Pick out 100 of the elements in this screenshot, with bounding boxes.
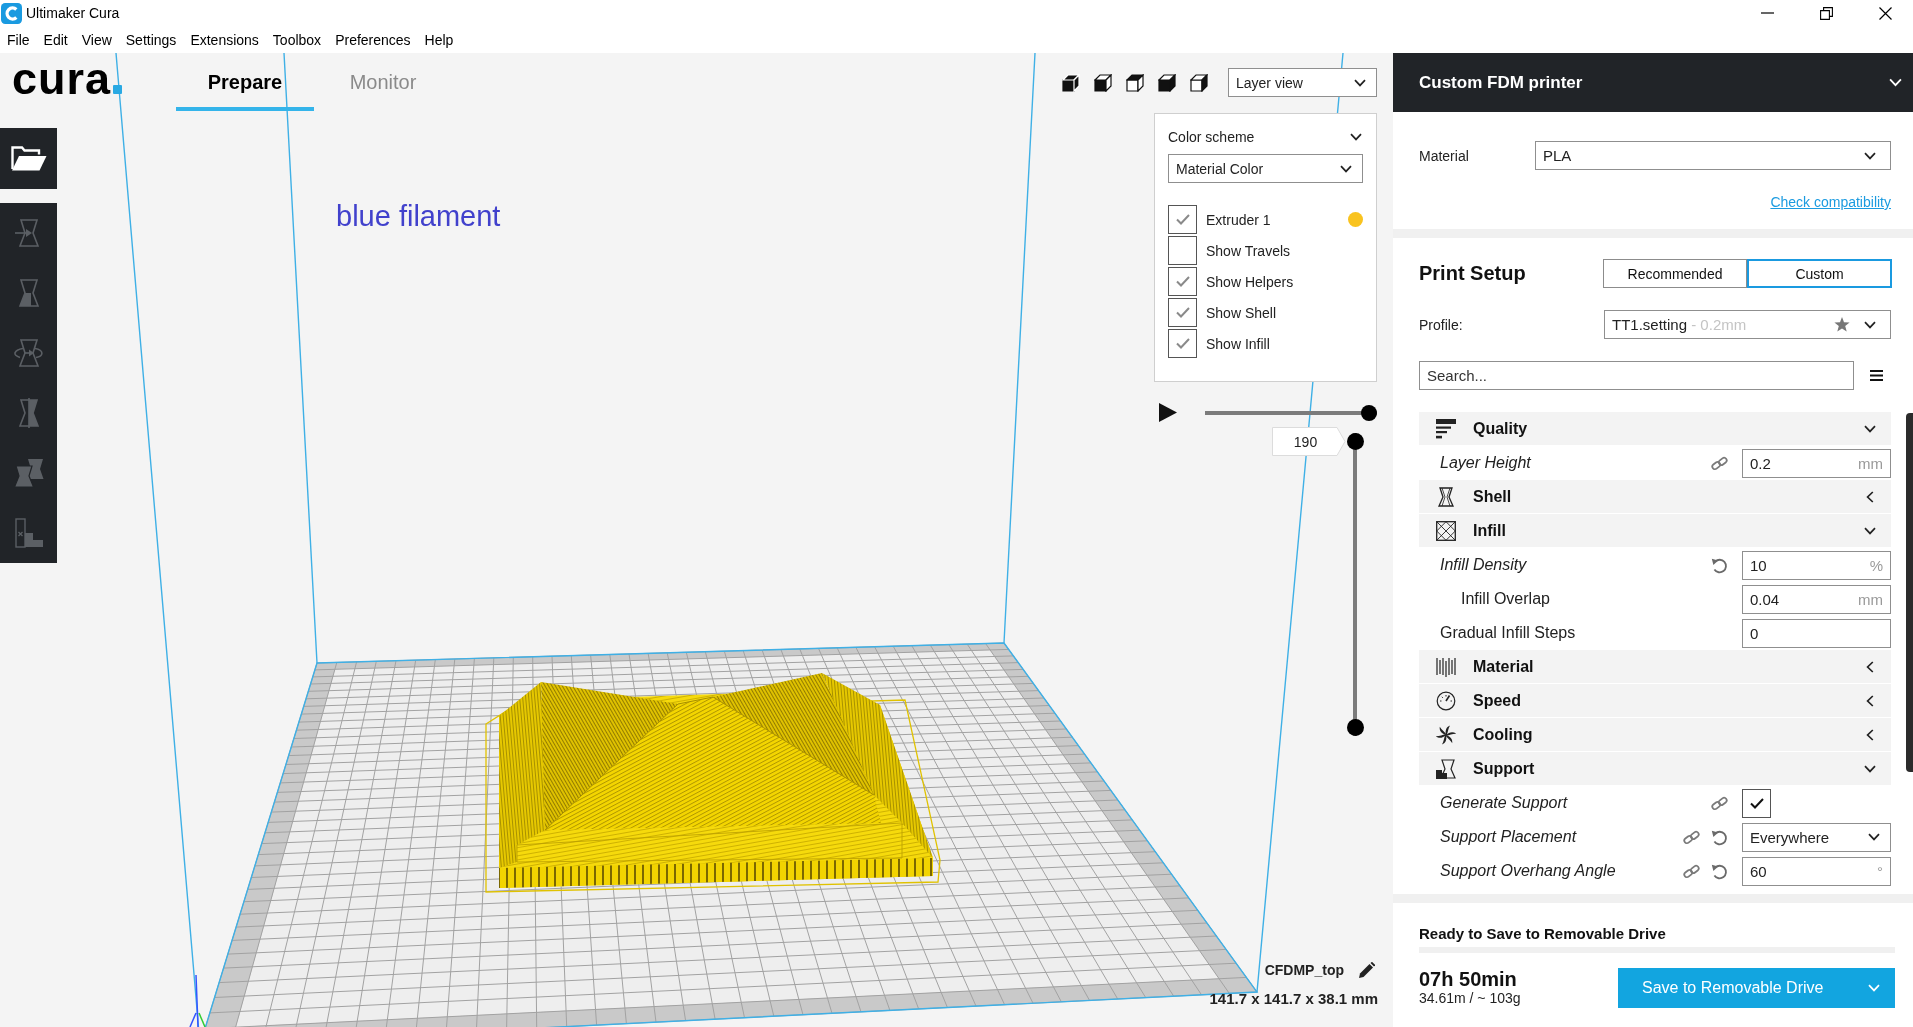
slider-handle[interactable] — [1346, 433, 1364, 450]
object-name: CFDMP_top — [1264, 962, 1344, 978]
restore-icon[interactable] — [1820, 6, 1833, 20]
settings-category[interactable]: Speed — [1419, 684, 1891, 717]
menu-item[interactable]: Extensions — [183, 29, 266, 50]
status-text: Ready to Save to Removable Drive — [1419, 925, 1667, 942]
tab[interactable]: Prepare — [176, 53, 314, 111]
profile-dropdown[interactable]: TT1.setting - 0.2mm — [1604, 310, 1891, 339]
cura-logo: cura — [12, 56, 123, 102]
gauge-icon — [1436, 690, 1456, 711]
profile-label: Profile: — [1419, 316, 1463, 333]
slider-handle[interactable] — [1346, 719, 1364, 736]
hourglass-outline-icon — [1436, 486, 1456, 507]
checkmark-icon — [1175, 307, 1190, 318]
checkmark-icon — [1749, 797, 1764, 809]
slider-handle[interactable] — [1361, 404, 1377, 421]
support-shape-icon — [1436, 758, 1456, 779]
settings-category[interactable]: Cooling — [1419, 718, 1891, 751]
setting-label: Infill Overlap — [1461, 590, 1551, 608]
settings-category[interactable]: Quality — [1419, 412, 1891, 445]
mode-toggle[interactable]: Custom — [1747, 259, 1892, 288]
color-scheme-dropdown[interactable]: Material Color — [1168, 154, 1363, 183]
search-field[interactable]: Search... — [1419, 361, 1854, 390]
material-dropdown[interactable]: PLA — [1535, 141, 1891, 170]
pencil-icon[interactable] — [1358, 961, 1375, 979]
chevron-down-icon — [1889, 78, 1902, 87]
vertical-lines-icon — [1436, 656, 1456, 677]
print-time: 07h 50min — [1419, 968, 1518, 990]
menu-item[interactable]: File — [0, 29, 37, 50]
checkbox[interactable] — [1742, 788, 1771, 818]
annotation-text: blue filament — [336, 202, 501, 231]
settings-category[interactable]: Support — [1419, 752, 1891, 785]
checkbox-label[interactable]: Show Infill — [1206, 335, 1270, 352]
color-scheme-header[interactable]: Color scheme — [1168, 125, 1363, 149]
chevron-down-icon — [1864, 151, 1876, 160]
printer-selector[interactable]: Custom FDM printer — [1393, 53, 1913, 112]
checkmark-icon — [1175, 276, 1190, 287]
folder-icon[interactable] — [10, 146, 47, 171]
chevron-down-icon — [1868, 984, 1880, 992]
checkbox-label[interactable]: Show Travels — [1206, 242, 1291, 259]
settings-category[interactable]: Shell — [1419, 480, 1891, 513]
setting-label: Support Placement — [1440, 828, 1578, 846]
checkbox[interactable] — [1168, 267, 1197, 296]
menu-item[interactable]: View — [74, 29, 119, 50]
menu-item[interactable]: Toolbox — [265, 29, 329, 50]
number-field[interactable]: 0.2 mm — [1742, 448, 1891, 478]
scrollbar[interactable] — [1906, 413, 1913, 772]
chain-link-icon[interactable] — [1711, 454, 1728, 472]
reset-arrow-icon[interactable] — [1711, 828, 1728, 846]
checkbox[interactable] — [1168, 205, 1197, 234]
chevron-down-icon — [1350, 133, 1362, 141]
checkbox[interactable] — [1168, 236, 1197, 265]
menu-item[interactable]: Preferences — [328, 29, 418, 50]
fan-icon — [1436, 724, 1456, 745]
menu-item[interactable]: Settings — [118, 29, 184, 50]
settings-category[interactable]: Infill — [1419, 514, 1891, 547]
layer-number-field[interactable]: 190 — [1272, 427, 1346, 456]
star-icon[interactable] — [1834, 317, 1850, 332]
setting-dropdown[interactable]: Everywhere — [1742, 822, 1891, 852]
chain-link-icon[interactable] — [1683, 828, 1700, 846]
setting-label: Infill Density — [1440, 556, 1528, 574]
number-field[interactable]: 10 % — [1742, 550, 1891, 580]
chevron-down-icon — [1340, 164, 1352, 173]
checkbox-label[interactable]: Extruder 1 — [1206, 211, 1271, 228]
settings-category[interactable]: Material — [1419, 650, 1891, 683]
chevron-down-icon — [1354, 78, 1366, 87]
checkbox-label[interactable]: Show Helpers — [1206, 273, 1294, 290]
number-field[interactable]: 0.04 mm — [1742, 584, 1891, 614]
close-icon[interactable] — [1879, 6, 1892, 20]
menu-item[interactable]: Edit — [36, 29, 75, 50]
material-usage: 34.61m / ~ 103g — [1419, 990, 1521, 1007]
object-dimensions: 141.7 x 141.7 x 38.1 mm — [1209, 990, 1378, 1008]
view-mode-dropdown[interactable]: Layer view — [1228, 68, 1377, 97]
checkbox-label[interactable]: Show Shell — [1206, 304, 1277, 321]
play-icon[interactable] — [1159, 403, 1177, 422]
setting-label: Layer Height — [1440, 454, 1532, 472]
cube-icon[interactable] — [1094, 73, 1112, 92]
bars-icon — [1436, 418, 1456, 439]
chevron-down-icon — [1864, 320, 1876, 329]
menu-icon[interactable] — [1870, 370, 1883, 381]
menu-item[interactable]: Help — [417, 29, 461, 50]
print-setup-title: Print Setup — [1419, 262, 1526, 285]
checkmark-icon — [1175, 214, 1190, 225]
checkmark-icon — [1175, 338, 1190, 349]
cube-icon[interactable] — [1062, 73, 1080, 92]
chain-link-icon[interactable] — [1711, 794, 1728, 812]
setting-label: Generate Support — [1440, 794, 1569, 812]
reset-arrow-icon[interactable] — [1711, 556, 1728, 574]
checkbox[interactable] — [1168, 329, 1197, 358]
mode-toggle[interactable]: Recommended — [1603, 259, 1747, 288]
number-field[interactable]: 0 — [1742, 618, 1891, 648]
crosshatch-square-icon — [1436, 520, 1456, 541]
reset-arrow-icon[interactable] — [1711, 862, 1728, 880]
chain-link-icon[interactable] — [1683, 862, 1700, 880]
window-title: Ultimaker Cura — [26, 5, 120, 21]
cube-icon[interactable] — [1158, 73, 1176, 92]
cube-icon[interactable] — [1190, 73, 1208, 92]
number-field[interactable]: 60 ° — [1742, 856, 1891, 886]
cube-icon[interactable] — [1126, 73, 1144, 92]
checkbox[interactable] — [1168, 298, 1197, 327]
